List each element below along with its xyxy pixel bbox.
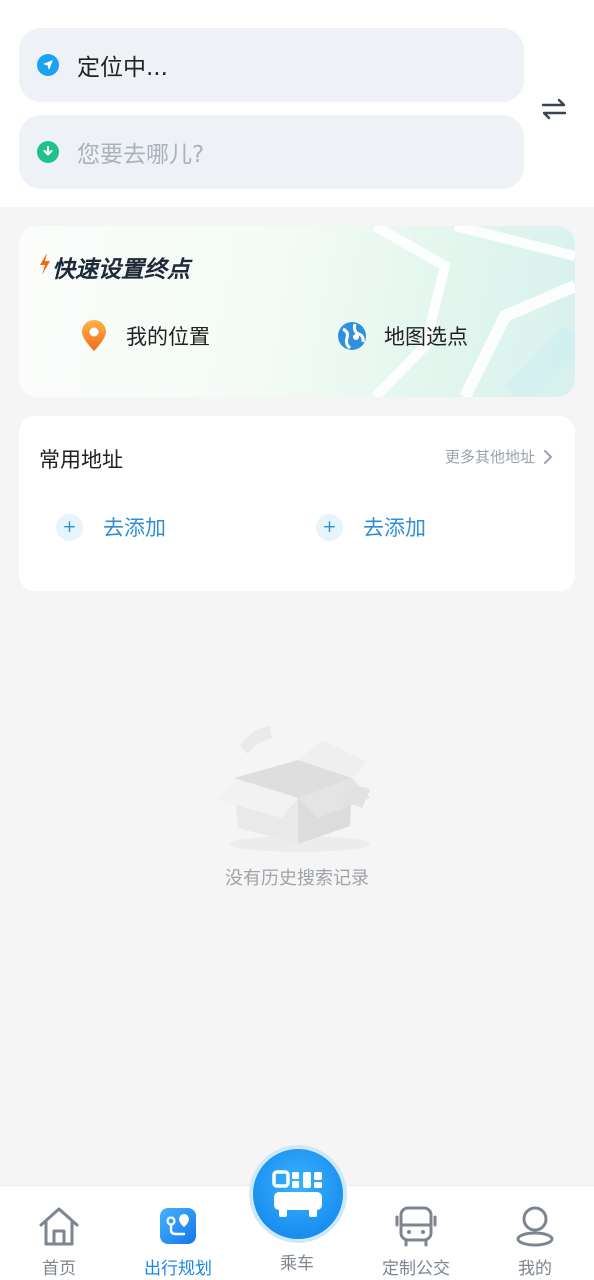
chevron-right-icon	[544, 449, 552, 464]
destination-placeholder: 您要去哪儿?	[77, 142, 205, 168]
navigation-arrow-icon	[37, 54, 59, 76]
route-plan-icon	[158, 1204, 198, 1248]
more-addresses-label: 更多其他地址	[444, 448, 535, 466]
tab-mine[interactable]: 我的	[476, 1186, 594, 1280]
home-icon	[37, 1204, 81, 1248]
lightning-icon	[39, 253, 51, 281]
add-address-label: 去添加	[103, 516, 166, 540]
quick-destination-title: 快速设置终点	[39, 250, 190, 284]
download-arrow-icon	[37, 141, 59, 163]
quick-title-text: 快速设置终点	[52, 257, 190, 283]
empty-history-text: 没有历史搜索记录	[225, 868, 369, 889]
quick-destination-card: 快速设置终点 我的位置 地图选点	[19, 226, 575, 397]
tab-home-label: 首页	[42, 1259, 76, 1279]
common-addresses-title: 常用地址	[39, 448, 123, 472]
destination-field[interactable]: 您要去哪儿?	[19, 115, 524, 189]
swap-icon	[541, 98, 567, 120]
start-location-field[interactable]: 定位中...	[19, 28, 524, 102]
map-select-label: 地图选点	[384, 325, 468, 349]
bus-icon	[394, 1204, 438, 1248]
ride-button[interactable]	[249, 1145, 347, 1243]
my-location-button[interactable]: 我的位置	[79, 320, 210, 352]
tab-route-plan[interactable]: 出行规划	[119, 1186, 237, 1280]
tab-custom-bus-label: 定制公交	[382, 1259, 450, 1279]
location-pin-icon	[79, 320, 109, 352]
my-location-label: 我的位置	[126, 325, 210, 349]
tab-home[interactable]: 首页	[0, 1186, 118, 1280]
tab-ride-label: 乘车	[280, 1254, 314, 1274]
tab-route-plan-label: 出行规划	[144, 1259, 212, 1279]
plus-icon: +	[56, 513, 83, 541]
common-addresses-card: 常用地址 更多其他地址 + 去添加 + 去添加	[19, 416, 575, 591]
swap-button[interactable]	[537, 94, 571, 124]
start-location-text: 定位中...	[77, 55, 168, 81]
map-globe-icon	[337, 320, 367, 352]
empty-box-illustration	[218, 726, 370, 852]
more-addresses-link[interactable]: 更多其他地址	[445, 446, 553, 467]
search-panel: 定位中... 您要去哪儿?	[0, 0, 594, 207]
user-icon	[513, 1204, 557, 1248]
tab-mine-label: 我的	[518, 1259, 552, 1279]
add-address-button-2[interactable]: + 去添加	[316, 512, 426, 542]
plus-icon: +	[316, 513, 343, 541]
bus-qr-icon	[272, 1170, 322, 1217]
map-background-decoration	[371, 226, 575, 397]
map-select-button[interactable]: 地图选点	[337, 320, 468, 352]
add-address-button-1[interactable]: + 去添加	[56, 512, 166, 542]
tab-custom-bus[interactable]: 定制公交	[357, 1186, 475, 1280]
add-address-label: 去添加	[363, 516, 426, 540]
